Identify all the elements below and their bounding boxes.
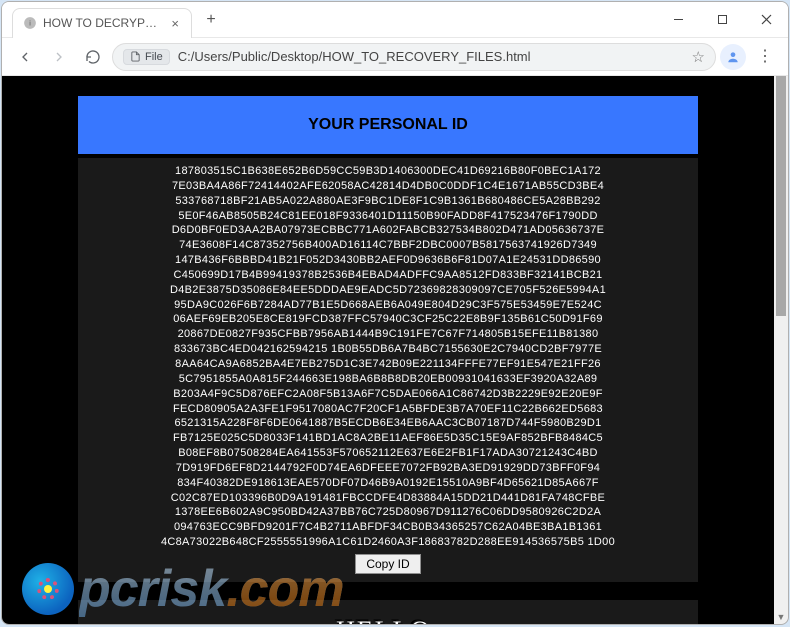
- tab-favicon: i: [23, 16, 37, 30]
- tab-title: HOW TO DECRYPT YOUR FILES: [43, 16, 163, 30]
- browser-menu-button[interactable]: ⋮: [750, 49, 780, 65]
- url-scheme-chip: File: [123, 49, 170, 65]
- bookmark-star-icon[interactable]: ☆: [692, 48, 705, 66]
- url-text: C:/Users/Public/Desktop/HOW_TO_RECOVERY_…: [178, 49, 684, 64]
- personal-id-text: 187803515C1B638E652B6D59CC59B3D1406300DE…: [78, 164, 698, 550]
- browser-tab[interactable]: i HOW TO DECRYPT YOUR FILES ×: [12, 8, 192, 38]
- window-minimize-button[interactable]: [656, 2, 700, 38]
- tab-close-button[interactable]: ×: [169, 16, 181, 31]
- scrollbar-thumb[interactable]: [776, 76, 786, 316]
- nav-reload-button[interactable]: [78, 42, 108, 72]
- hello-text: HELLO.: [78, 616, 698, 624]
- window-maximize-button[interactable]: [700, 2, 744, 38]
- hello-block: HELLO.: [78, 600, 698, 624]
- vertical-scrollbar[interactable]: ▲: [774, 76, 788, 610]
- scrollbar-down-arrow[interactable]: ▼: [774, 610, 788, 624]
- window-close-button[interactable]: [744, 2, 788, 38]
- personal-id-header: YOUR PERSONAL ID: [78, 96, 698, 154]
- new-tab-button[interactable]: +: [198, 7, 224, 33]
- scrollbar-corner: ▼: [774, 610, 788, 624]
- copy-id-button[interactable]: Copy ID: [355, 554, 420, 574]
- personal-id-block: 187803515C1B638E652B6D59CC59B3D1406300DE…: [78, 158, 698, 582]
- address-bar[interactable]: File C:/Users/Public/Desktop/HOW_TO_RECO…: [112, 43, 716, 71]
- profile-avatar-button[interactable]: [720, 44, 746, 70]
- url-scheme-label: File: [145, 51, 163, 63]
- nav-back-button[interactable]: [10, 42, 40, 72]
- page-viewport[interactable]: YOUR PERSONAL ID 187803515C1B638E652B6D5…: [2, 76, 774, 624]
- nav-forward-button[interactable]: [44, 42, 74, 72]
